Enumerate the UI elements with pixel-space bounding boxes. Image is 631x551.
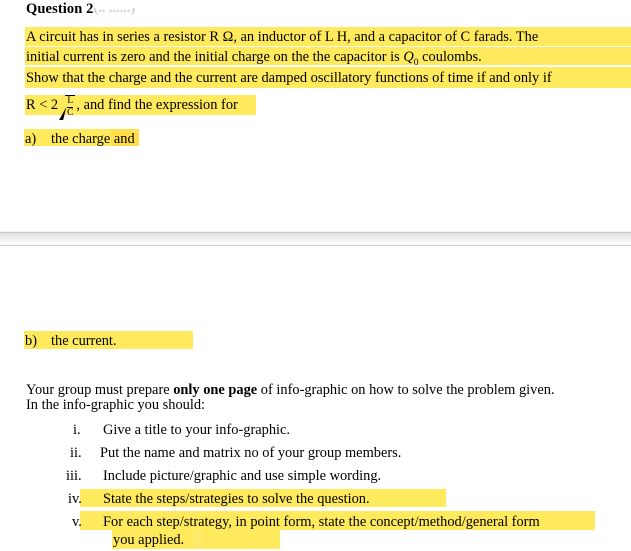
list-item-numeral: i.	[73, 422, 81, 438]
list-item: i. Give a title to your info-graphic.	[73, 421, 290, 440]
question-marks-note: (.. ......)	[93, 1, 136, 16]
page-break-separator	[0, 231, 631, 247]
formula-suffix: , and find the expression for	[76, 97, 238, 113]
part-a-text: the charge and	[51, 131, 135, 147]
list-item-text: Give a title to your info-graphic.	[103, 422, 291, 438]
list-item: iii. Include picture/graphic and use simp…	[66, 467, 381, 486]
list-item-numeral: iv.	[68, 491, 82, 507]
formula-prefix: R < 2	[26, 97, 59, 113]
fraction-numerator: L	[67, 96, 74, 107]
problem-line-1-text: A circuit has in series a resistor R Ω, …	[26, 29, 539, 45]
separator-line-6	[0, 246, 631, 247]
instructions-line-1-post: of info-graphic on how to solve the prob…	[257, 382, 555, 398]
list-item-continuation: you applied.	[113, 532, 184, 549]
list-item-numeral: v.	[72, 514, 82, 530]
page-title: Question 2(.. ......)	[26, 1, 135, 18]
separator-body	[0, 233, 631, 242]
list-item-text: For each step/strategy, in point form, s…	[103, 514, 540, 530]
highlight-checklist-v-line2-gap	[194, 530, 202, 549]
part-b: b) the current.	[25, 332, 117, 351]
square-root-icon: L C	[59, 95, 76, 120]
question-title-text: Question 2	[26, 1, 94, 17]
problem-line-2-text-b: coulombs.	[418, 49, 482, 65]
list-item-text: Include picture/graphic and use simple w…	[103, 468, 382, 484]
instructions-line-2: In the info-graphic you should:	[26, 396, 205, 415]
list-item-text: Put the name and matrix no of your group…	[100, 445, 402, 461]
highlight-checklist-v-line2-right	[202, 530, 280, 549]
part-a: a) the charge and	[25, 130, 135, 149]
instructions-line-2-text: In the info-graphic you should:	[26, 397, 206, 413]
list-item-text: State the steps/strategies to solve the …	[103, 491, 370, 507]
part-a-label: a)	[25, 131, 37, 147]
show-that-text: Show that the charge and the current are…	[26, 70, 552, 86]
problem-statement-line-1: A circuit has in series a resistor R Ω, …	[26, 28, 538, 47]
document-page: Question 2(.. ......) A circuit has in s…	[0, 0, 631, 551]
inequality-formula: R < 2 L C , and find the expression for	[26, 95, 238, 120]
problem-line-2-text-a: initial current is zero and the initial …	[26, 49, 404, 65]
part-b-text: the current.	[51, 333, 117, 349]
list-item: v. For each step/strategy, in point form,…	[72, 513, 540, 532]
list-item: ii. Put the name and matrix no of your gr…	[70, 444, 401, 463]
show-that-line: Show that the charge and the current are…	[26, 69, 552, 88]
list-item: iv. State the steps/strategies to solve t…	[68, 490, 370, 509]
list-item-continuation-text: you applied.	[113, 532, 185, 548]
part-b-label: b)	[25, 333, 37, 349]
list-item-numeral: iii.	[66, 468, 82, 484]
fraction-denominator: C	[67, 107, 74, 118]
symbol-Q: Q	[403, 49, 414, 65]
list-item-numeral: ii.	[70, 445, 82, 461]
fraction-L-over-C: L C	[65, 95, 76, 118]
